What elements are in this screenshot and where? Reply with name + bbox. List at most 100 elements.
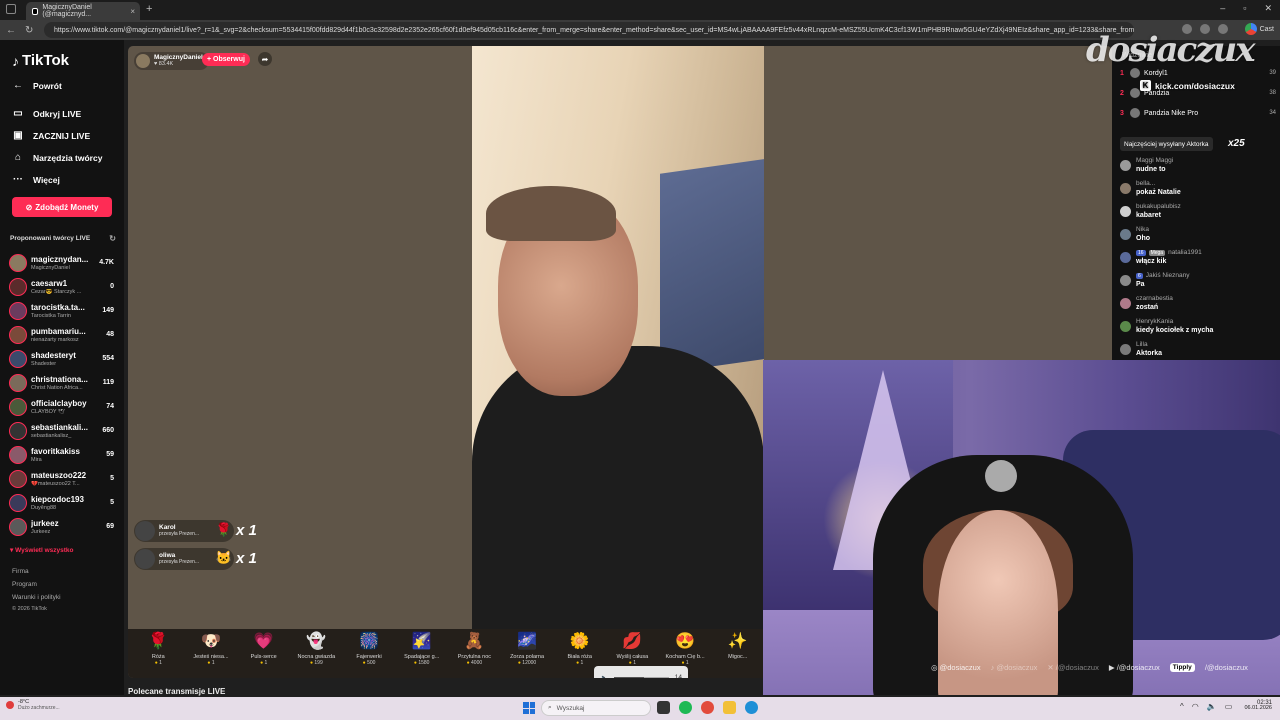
close-window-icon[interactable]: ✕ bbox=[1264, 3, 1272, 14]
browser-tab[interactable]: MagicznyDaniel (@magicznyd... × bbox=[26, 2, 140, 20]
sidebar-nav-item[interactable]: ··· Więcej bbox=[12, 174, 122, 185]
maximize-icon[interactable]: ▫ bbox=[1243, 3, 1246, 14]
chat-avatar bbox=[1120, 298, 1131, 309]
gift-item[interactable]: 🎆Fajerwerki500 bbox=[343, 629, 396, 678]
creator-item[interactable]: shadesteryt Shadester 554 bbox=[9, 348, 117, 370]
sidebar-nav-item[interactable]: ⌂ Narzędzia twórcy bbox=[12, 152, 122, 163]
taskbar-search[interactable]: ⌕ Wyszukaj bbox=[541, 700, 651, 716]
close-tab-icon[interactable]: × bbox=[130, 7, 135, 16]
gift-item[interactable]: 🌠Spadające g...1580 bbox=[395, 629, 448, 678]
creator-item[interactable]: caesarw1 Cezar😎 Starczyk ... 0 bbox=[9, 276, 117, 298]
edge-icon[interactable] bbox=[745, 701, 758, 714]
instagram-text: @dosiaczux bbox=[939, 663, 981, 672]
back-icon[interactable]: ← bbox=[6, 25, 16, 36]
follow-button[interactable]: + Obserwuj bbox=[202, 53, 250, 66]
sidebar-nav-item[interactable]: ▣ ZACZNIJ LIVE bbox=[12, 130, 122, 141]
gift-icon: 🌹 bbox=[215, 522, 232, 537]
gift-item[interactable]: 💗Puls-serce1 bbox=[237, 629, 290, 678]
chat-text: nudne to bbox=[1136, 166, 1166, 173]
creator-item[interactable]: christnationa... Christ Nation Africa... 1… bbox=[9, 372, 117, 394]
creator-avatar bbox=[9, 350, 27, 368]
volume-overlay[interactable]: 🔈 14 bbox=[594, 666, 688, 678]
creator-item[interactable]: jurkeez Jurkeez 69 bbox=[9, 516, 117, 538]
creator-item[interactable]: mateuszoo222 💔mateuszoo22 T... 5 bbox=[9, 468, 117, 490]
creator-item[interactable]: officialclayboy CLAYBOY 🕊 74 bbox=[9, 396, 117, 418]
chat-username-row: 6 Jakiś Nieznany bbox=[1136, 272, 1190, 279]
chat-username: HenrykKania bbox=[1136, 318, 1174, 325]
volume-track[interactable] bbox=[614, 676, 669, 678]
file-explorer-icon[interactable] bbox=[723, 701, 736, 714]
chat-message[interactable]: HenrykKania kiedy kociołek z mycha bbox=[1120, 318, 1278, 340]
get-coins-label: Zdobądź Monety bbox=[35, 202, 99, 212]
creator-subtitle: Christ Nation Africa... bbox=[31, 385, 83, 391]
live-video[interactable] bbox=[472, 46, 764, 629]
weather-widget[interactable]: -8°C Dużo zachmurze... bbox=[6, 699, 60, 711]
battery-icon[interactable]: ▭ bbox=[1225, 702, 1233, 711]
task-view-icon[interactable] bbox=[657, 701, 670, 714]
sidebar-nav-item[interactable]: ← Powrót bbox=[12, 80, 122, 91]
chat-message[interactable]: Nika Oho bbox=[1120, 226, 1278, 248]
streamer-hair bbox=[486, 186, 616, 241]
creator-item[interactable]: pumbamariu... nienażarty markosz 48 bbox=[9, 324, 117, 346]
creator-viewer-count: 69 bbox=[106, 523, 114, 530]
chat-text: kabaret bbox=[1136, 212, 1161, 219]
gift-item[interactable]: 🐶Jesteś niesa...1 bbox=[185, 629, 238, 678]
footer-link-company[interactable]: Firma bbox=[12, 568, 29, 575]
chat-username: Nika bbox=[1136, 226, 1150, 233]
chat-message[interactable]: Maggi Maggi nudne to bbox=[1120, 157, 1278, 179]
chat-username: bukakupalubisz bbox=[1136, 203, 1181, 210]
social-handles: ◎ @dosiaczux ♪ @dosiaczux ✕ /@dosiaczux … bbox=[931, 663, 1248, 672]
top-gift-label: Najczęściej wysyłany Aktorka bbox=[1120, 137, 1213, 151]
gift-item[interactable]: 🧸Przytulna noc4000 bbox=[448, 629, 501, 678]
share-icon[interactable]: ➦ bbox=[258, 52, 272, 66]
weather-desc: Dużo zachmurze... bbox=[18, 704, 60, 711]
gift-icon: 🌠 bbox=[411, 633, 432, 650]
reload-icon[interactable]: ↻ bbox=[25, 25, 33, 36]
level-badge: 6 bbox=[1136, 273, 1143, 279]
gift-name: Migoc... bbox=[728, 654, 748, 660]
volume-icon[interactable]: 🔈 bbox=[1207, 702, 1217, 711]
creator-name: tarocistka.ta... bbox=[31, 303, 85, 312]
tiktok-sidebar: ♪ TikTok ← Powrót ▭ Odkryj LIVE ▣ ZACZNIJ LIV… bbox=[0, 40, 124, 695]
tray-overflow-icon[interactable]: ^ bbox=[1180, 702, 1184, 711]
chat-message[interactable]: bukakupalubisz kabaret bbox=[1120, 203, 1278, 225]
creator-subtitle: 💔mateuszoo22 T... bbox=[31, 481, 80, 487]
ranking-row[interactable]: 3 Pandzia Nike Pro 34 bbox=[1120, 106, 1276, 120]
more-icon: ··· bbox=[13, 174, 23, 185]
creator-item[interactable]: kiepcodoc193 Duyêng88 5 bbox=[9, 492, 117, 514]
footer-link-terms[interactable]: Warunki i polityki bbox=[12, 594, 61, 601]
host-info[interactable]: MagicznyDaniel ♥ 83.4K bbox=[134, 52, 209, 70]
creator-item[interactable]: tarocistka.ta... Tarocistka Tarrin 149 bbox=[9, 300, 117, 322]
chat-message[interactable]: 16 Mega natalia1991 włącz kik bbox=[1120, 249, 1278, 271]
gift-item[interactable]: 👻Nocna gwiazda199 bbox=[290, 629, 343, 678]
chat-message[interactable]: czarnabestia zostań bbox=[1120, 295, 1278, 317]
gift-icon: 🎆 bbox=[359, 633, 379, 650]
chat-message[interactable]: 6 Jakiś Nieznany Pa bbox=[1120, 272, 1278, 294]
sidebar-nav-item[interactable]: ▭ Odkryj LIVE bbox=[12, 108, 122, 119]
gift-item[interactable]: ✨ Migoc... bbox=[711, 629, 764, 678]
url-field[interactable]: https://www.tiktok.com/@magicznydaniel1/… bbox=[44, 22, 1134, 38]
chat-message[interactable]: bella... pokaż Natalie bbox=[1120, 180, 1278, 202]
gift-item[interactable]: 🌹Róża1 bbox=[132, 629, 185, 678]
gift-item[interactable]: 🌌Zorza polarna12000 bbox=[501, 629, 554, 678]
minimize-icon[interactable]: – bbox=[1220, 3, 1225, 14]
show-all-link[interactable]: ▾ Wyświetl wszystko bbox=[10, 546, 73, 554]
tiktok-logo[interactable]: ♪ TikTok bbox=[12, 52, 69, 69]
creator-avatar bbox=[9, 470, 27, 488]
network-icon[interactable]: ◠ bbox=[1192, 702, 1199, 711]
creator-subtitle: Tarocistka Tarrin bbox=[31, 313, 71, 319]
creator-item[interactable]: magicznydan... MagicznyDaniel 4.7K bbox=[9, 252, 117, 274]
tab-list-icon[interactable] bbox=[6, 4, 16, 14]
new-tab-button[interactable]: + bbox=[146, 3, 152, 15]
spotify-icon[interactable] bbox=[679, 701, 692, 714]
creator-item[interactable]: favoritkakiss Mira 59 bbox=[9, 444, 117, 466]
windows-start-icon[interactable] bbox=[523, 702, 535, 714]
creator-item[interactable]: sebastiankali... sebastiankalisz_ 660 bbox=[9, 420, 117, 442]
gift-price: 1 bbox=[207, 660, 215, 666]
get-coins-button[interactable]: ⊘ Zdobądź Monety bbox=[12, 197, 112, 217]
webcam-overlay: ◎ @dosiaczux ♪ @dosiaczux ✕ /@dosiaczux … bbox=[763, 360, 1280, 695]
refresh-icon[interactable]: ↻ bbox=[109, 234, 116, 243]
footer-link-program[interactable]: Program bbox=[12, 581, 37, 588]
taskbar-clock[interactable]: 02:31 06.01.2026 bbox=[1244, 700, 1272, 712]
chrome-icon[interactable] bbox=[701, 701, 714, 714]
